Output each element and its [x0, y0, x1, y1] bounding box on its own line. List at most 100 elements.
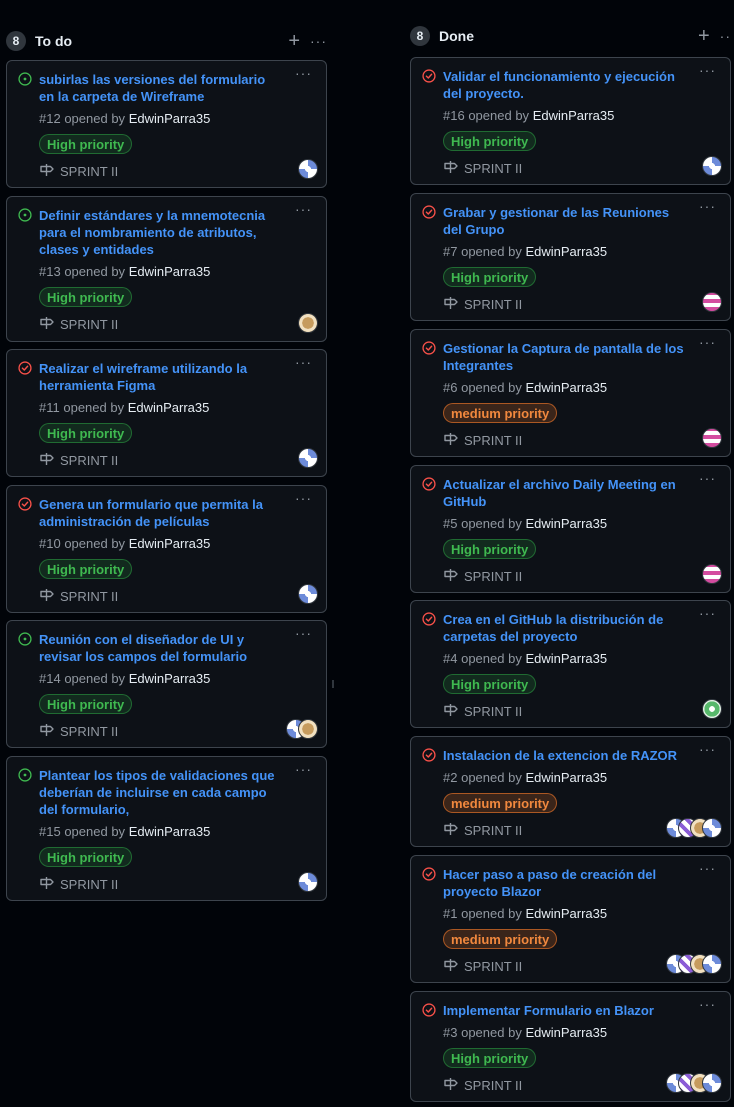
card-menu-icon[interactable]: ··· — [295, 761, 312, 777]
issue-card[interactable]: ··· Actualizar el archivo Daily Meeting e… — [410, 465, 731, 593]
issue-card[interactable]: ··· Implementar Formulario en Blazor #3 op… — [410, 991, 731, 1102]
avatar[interactable] — [298, 584, 318, 604]
add-item-icon[interactable]: + — [698, 25, 710, 48]
author-link[interactable]: EdwinParra35 — [525, 244, 607, 259]
priority-label[interactable]: High priority — [443, 1048, 537, 1068]
author-link[interactable]: EdwinParra35 — [525, 651, 607, 666]
issue-title-link[interactable]: subirlas las versiones del formulario en… — [39, 71, 314, 105]
author-link[interactable]: EdwinParra35 — [129, 111, 211, 126]
issue-title-link[interactable]: Validar el funcionamiento y ejecución de… — [443, 68, 718, 102]
milestone[interactable]: SPRINT II — [443, 158, 718, 178]
priority-label[interactable]: medium priority — [443, 793, 558, 813]
author-link[interactable]: EdwinParra35 — [128, 400, 210, 415]
issue-title-link[interactable]: Grabar y gestionar de las Reuniones del … — [443, 204, 718, 238]
milestone[interactable]: SPRINT II — [39, 874, 314, 894]
issue-card[interactable]: ··· subirlas las versiones del formulario… — [6, 60, 327, 188]
issue-card[interactable]: ··· Gestionar la Captura de pantalla de l… — [410, 329, 731, 457]
priority-label[interactable]: High priority — [443, 674, 537, 694]
issue-title-link[interactable]: Actualizar el archivo Daily Meeting en G… — [443, 476, 718, 510]
priority-label[interactable]: High priority — [39, 847, 133, 867]
avatar[interactable] — [702, 818, 722, 838]
milestone[interactable]: SPRINT II — [443, 430, 718, 450]
author-link[interactable]: EdwinParra35 — [129, 824, 211, 839]
avatar[interactable] — [298, 313, 318, 333]
card-menu-icon[interactable]: ··· — [699, 470, 716, 486]
avatar[interactable] — [298, 448, 318, 468]
card-menu-icon[interactable]: ··· — [295, 354, 312, 370]
card-menu-icon[interactable]: ··· — [699, 62, 716, 78]
milestone[interactable]: SPRINT II — [39, 450, 314, 470]
card-menu-icon[interactable]: ··· — [295, 65, 312, 81]
milestone[interactable]: SPRINT II — [39, 721, 314, 741]
card-menu-icon[interactable]: ··· — [699, 198, 716, 214]
priority-label[interactable]: High priority — [39, 694, 133, 714]
avatar[interactable] — [702, 564, 722, 584]
author-link[interactable]: EdwinParra35 — [525, 516, 607, 531]
card-menu-icon[interactable]: ··· — [699, 996, 716, 1012]
card-menu-icon[interactable]: ··· — [699, 741, 716, 757]
milestone[interactable]: SPRINT II — [443, 566, 718, 586]
author-link[interactable]: EdwinParra35 — [525, 1025, 607, 1040]
card-menu-icon[interactable]: ··· — [295, 490, 312, 506]
priority-label[interactable]: High priority — [39, 423, 133, 443]
author-link[interactable]: EdwinParra35 — [129, 264, 211, 279]
author-link[interactable]: EdwinParra35 — [533, 108, 615, 123]
issue-title-link[interactable]: Crea en el GitHub la distribución de car… — [443, 611, 718, 645]
issue-card[interactable]: ··· Definir estándares y la mnemotecnia p… — [6, 196, 327, 342]
issue-title-link[interactable]: Instalacion de la extencion de RAZOR — [443, 747, 718, 764]
priority-label[interactable]: High priority — [443, 131, 537, 151]
issue-title-link[interactable]: Genera un formulario que permita la admi… — [39, 496, 314, 530]
milestone[interactable]: SPRINT II — [39, 161, 314, 181]
milestone[interactable]: SPRINT II — [39, 586, 314, 606]
priority-label[interactable]: medium priority — [443, 403, 558, 423]
issue-title-link[interactable]: Reunión con el diseñador de UI y revisar… — [39, 631, 314, 665]
issue-card[interactable]: ··· Crea en el GitHub la distribución de … — [410, 600, 731, 728]
priority-label[interactable]: High priority — [39, 559, 133, 579]
priority-label[interactable]: High priority — [443, 539, 537, 559]
issue-card[interactable]: ··· Reunión con el diseñador de UI y revi… — [6, 620, 327, 748]
avatar[interactable] — [702, 156, 722, 176]
issue-title-link[interactable]: Plantear los tipos de validaciones que d… — [39, 767, 314, 818]
author-link[interactable]: EdwinParra35 — [525, 906, 607, 921]
column-menu-icon[interactable]: ··· — [310, 33, 327, 49]
issue-card[interactable]: ··· Plantear los tipos de validaciones qu… — [6, 756, 327, 901]
card-menu-icon[interactable]: ··· — [699, 860, 716, 876]
issue-card[interactable]: ··· Instalacion de la extencion de RAZOR #… — [410, 736, 731, 847]
avatar[interactable] — [702, 428, 722, 448]
issue-title-link[interactable]: Hacer paso a paso de creación del proyec… — [443, 866, 718, 900]
priority-label[interactable]: medium priority — [443, 929, 558, 949]
card-menu-icon[interactable]: ··· — [295, 625, 312, 641]
avatar[interactable] — [298, 719, 318, 739]
milestone[interactable]: SPRINT II — [443, 294, 718, 314]
author-link[interactable]: EdwinParra35 — [129, 671, 211, 686]
avatar[interactable] — [702, 954, 722, 974]
issue-card[interactable]: ··· Genera un formulario que permita la a… — [6, 485, 327, 613]
author-link[interactable]: EdwinParra35 — [525, 770, 607, 785]
issue-title-link[interactable]: Gestionar la Captura de pantalla de los … — [443, 340, 718, 374]
author-link[interactable]: EdwinParra35 — [525, 380, 607, 395]
milestone[interactable]: SPRINT II — [39, 314, 314, 334]
card-menu-icon[interactable]: ··· — [699, 605, 716, 621]
issue-card[interactable]: ··· Realizar el wireframe utilizando la h… — [6, 349, 327, 477]
issue-title-link[interactable]: Realizar el wireframe utilizando la herr… — [39, 360, 314, 394]
issue-title-link[interactable]: Definir estándares y la mnemotecnia para… — [39, 207, 314, 258]
card-menu-icon[interactable]: ··· — [295, 201, 312, 217]
avatar[interactable] — [702, 699, 722, 719]
column-menu-icon[interactable]: ·· — [720, 28, 731, 44]
priority-label[interactable]: High priority — [39, 134, 133, 154]
avatar[interactable] — [298, 159, 318, 179]
avatar[interactable] — [702, 292, 722, 312]
priority-label[interactable]: High priority — [443, 267, 537, 287]
avatar[interactable] — [702, 1073, 722, 1093]
issue-card[interactable]: ··· Validar el funcionamiento y ejecución… — [410, 57, 731, 185]
column-resize-handle[interactable] — [332, 680, 334, 688]
author-link[interactable]: EdwinParra35 — [129, 536, 211, 551]
issue-card[interactable]: ··· Hacer paso a paso de creación del pro… — [410, 855, 731, 983]
avatar[interactable] — [298, 872, 318, 892]
issue-title-link[interactable]: Implementar Formulario en Blazor — [443, 1002, 718, 1019]
issue-card[interactable]: ··· Grabar y gestionar de las Reuniones d… — [410, 193, 731, 321]
card-menu-icon[interactable]: ··· — [699, 334, 716, 350]
add-item-icon[interactable]: + — [288, 30, 300, 53]
priority-label[interactable]: High priority — [39, 287, 133, 307]
milestone[interactable]: SPRINT II — [443, 701, 718, 721]
